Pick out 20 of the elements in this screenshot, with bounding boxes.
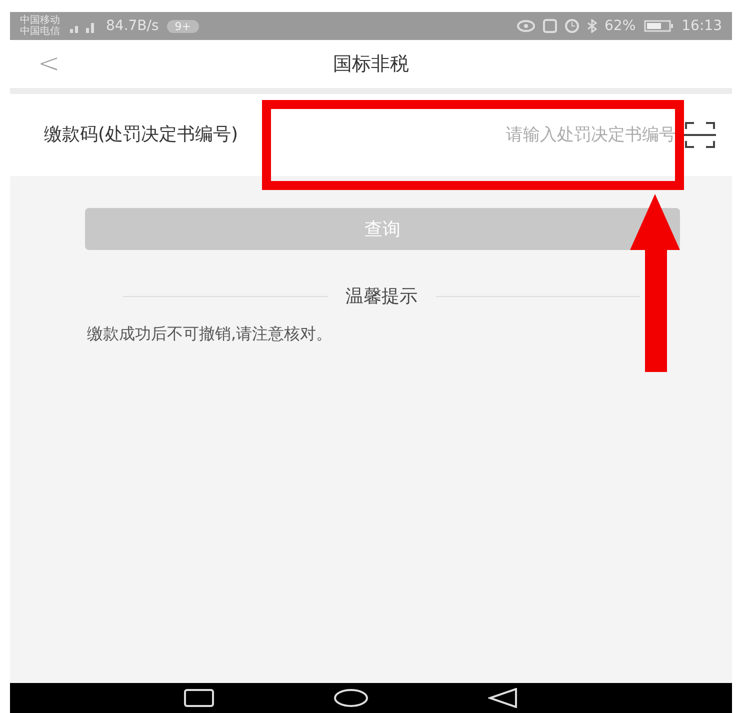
recent-apps-icon[interactable]	[184, 689, 214, 707]
page-title: 国标非税	[333, 53, 409, 75]
home-icon[interactable]	[334, 689, 368, 707]
tips-text: 缴款成功后不可撤销,请注意核对。	[87, 324, 334, 345]
scan-icon[interactable]	[684, 121, 716, 149]
carrier-name: 中国电信	[20, 26, 60, 37]
clock-time: 16:13	[682, 18, 722, 34]
tips-heading: 温馨提示	[346, 285, 418, 308]
back-icon[interactable]	[488, 688, 518, 708]
notification-badge: 9+	[166, 20, 200, 32]
alarm-icon	[564, 19, 579, 33]
back-button[interactable]: <	[32, 49, 66, 79]
carrier-name: 中国移动	[20, 15, 60, 26]
field-label: 缴款码(处罚决定书编号)	[44, 123, 240, 147]
battery-icon	[644, 20, 674, 32]
eye-icon	[516, 20, 535, 32]
battery-percent: 62%	[604, 18, 636, 34]
input-field[interactable]: 请输入处罚决定书编号	[244, 124, 678, 146]
network-speed: 84.7B/s	[106, 18, 159, 34]
bluetooth-icon	[586, 19, 597, 33]
